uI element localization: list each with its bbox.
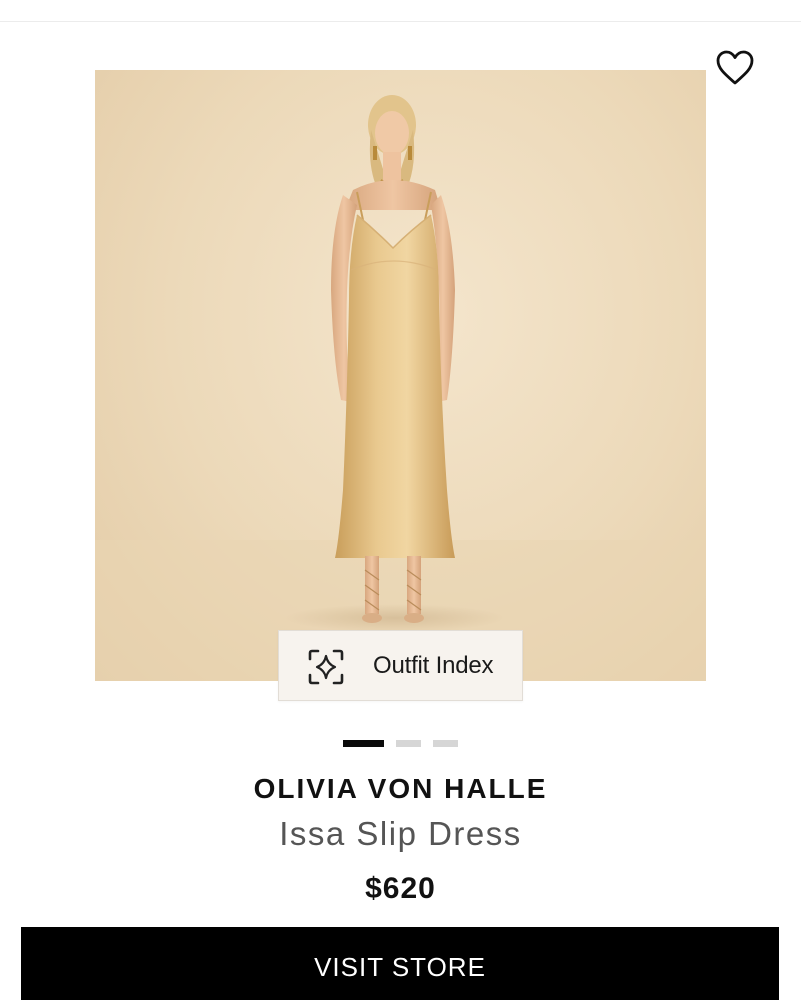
brand-name[interactable]: OLIVIA VON HALLE — [0, 772, 801, 806]
product-price: $620 — [365, 872, 436, 905]
outfit-index-button[interactable]: Outfit Index — [278, 630, 523, 701]
product-photo — [95, 95, 706, 681]
heart-icon — [716, 50, 754, 85]
product-image[interactable] — [95, 70, 706, 681]
carousel-dot-3[interactable] — [433, 740, 458, 747]
sparkle-scan-icon — [308, 649, 344, 685]
image-carousel-dots — [343, 740, 458, 748]
outfit-index-label: Outfit Index — [373, 652, 494, 679]
visit-store-button[interactable]: VISIT STORE — [21, 927, 779, 1000]
top-divider — [0, 21, 801, 22]
carousel-dot-1[interactable] — [343, 740, 384, 747]
wishlist-button[interactable] — [713, 47, 757, 89]
carousel-dot-2[interactable] — [396, 740, 421, 747]
product-name: Issa Slip Dress — [279, 815, 522, 852]
